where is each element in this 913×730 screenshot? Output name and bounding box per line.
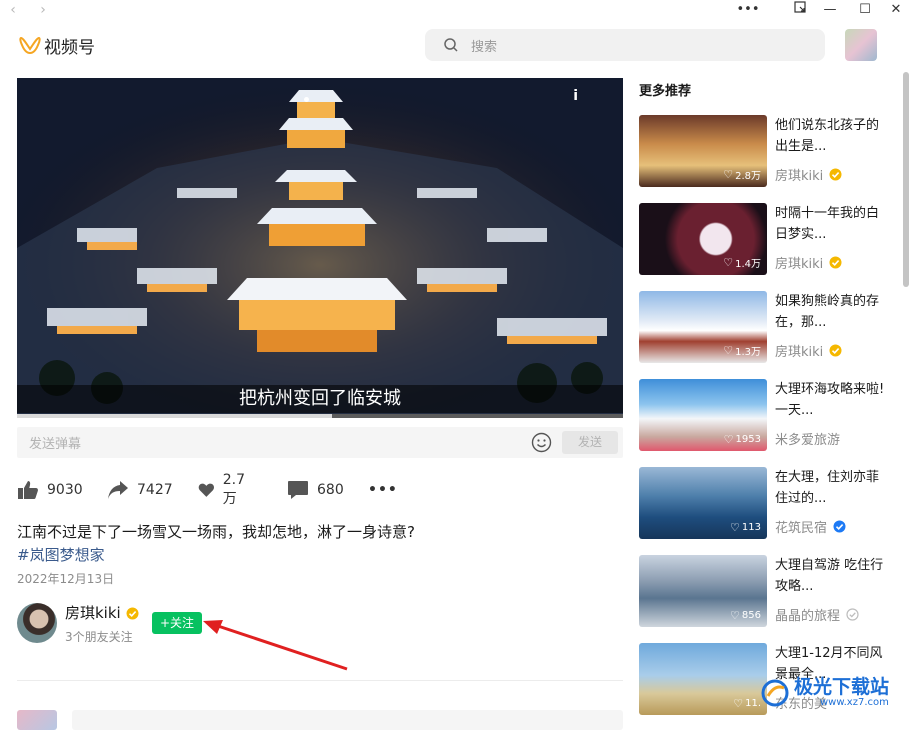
- annotation-arrow-icon: [195, 615, 355, 679]
- danmaku-bar: 发送弹幕 发送: [17, 427, 623, 458]
- rec-item[interactable]: ♡ 1.4万 时隔十一年我的白日梦实... 房琪kiki: [639, 203, 894, 275]
- rec-author[interactable]: 晶晶的旅程: [775, 605, 859, 624]
- title-bar: ‹ › ••• — ☐ ✕: [0, 0, 913, 20]
- rec-likes: ♡ 2.8万: [723, 168, 761, 182]
- watermark-title: 极光下载站: [794, 676, 890, 698]
- comment-icon: [288, 481, 308, 499]
- heart-outline-icon: ♡: [730, 609, 740, 622]
- rec-likes: ♡ 856: [730, 609, 761, 622]
- comment-user-avatar: [17, 710, 57, 730]
- video-player[interactable]: i 把杭州变回了临安城: [17, 78, 623, 418]
- share-arrow-icon: [108, 481, 128, 499]
- rec-item[interactable]: ♡ 2.8万 他们说东北孩子的出生是... 房琪kiki: [639, 115, 894, 187]
- search-bar[interactable]: 搜索: [425, 29, 825, 61]
- verified-badge-icon: [126, 605, 139, 620]
- more-menu-button[interactable]: •••: [733, 0, 763, 20]
- rec-thumbnail[interactable]: ♡ 856: [639, 555, 767, 627]
- comment-count: 680: [317, 482, 344, 498]
- minimize-button[interactable]: —: [815, 0, 845, 20]
- danmaku-input[interactable]: 发送弹幕: [29, 433, 81, 452]
- info-icon[interactable]: i: [573, 88, 578, 104]
- share-count: 7427: [137, 482, 173, 498]
- rec-item[interactable]: ♡ 113 在大理，住刘亦菲住过的... 花筑民宿: [639, 467, 894, 539]
- send-danmaku-button[interactable]: 发送: [562, 431, 618, 454]
- section-divider: [17, 680, 623, 681]
- close-button[interactable]: ✕: [881, 0, 911, 20]
- pip-icon[interactable]: [785, 0, 815, 20]
- post-hashtag[interactable]: #岚图梦想家: [17, 544, 105, 565]
- verified-gold-icon: [829, 256, 842, 269]
- rec-thumbnail[interactable]: ♡ 2.8万: [639, 115, 767, 187]
- rec-author[interactable]: 房琪kiki: [775, 165, 842, 184]
- site-watermark: 极光下载站 www.xz7.com: [760, 672, 910, 718]
- app-name: 视频号: [44, 38, 95, 58]
- forward-icon[interactable]: ›: [34, 1, 52, 19]
- channels-logo-icon: [19, 35, 41, 55]
- author-avatar[interactable]: [17, 603, 57, 643]
- heart-outline-icon: ♡: [733, 697, 744, 710]
- rec-title[interactable]: 他们说东北孩子的出生是...: [775, 115, 885, 157]
- video-subtitle: 把杭州变回了临安城: [17, 385, 623, 413]
- heart-icon: [198, 483, 215, 497]
- rec-likes: ♡ 1.4万: [723, 256, 761, 270]
- comment-input[interactable]: [72, 710, 623, 730]
- rec-thumbnail[interactable]: ♡ 113: [639, 467, 767, 539]
- rec-item[interactable]: ♡ 1.3万 如果狗熊岭真的存在，那... 房琪kiki: [639, 291, 894, 363]
- heart-outline-icon: ♡: [723, 168, 734, 181]
- watermark-url: www.xz7.com: [820, 697, 889, 708]
- video-progress-bar[interactable]: [17, 414, 623, 418]
- heart-outline-icon: ♡: [723, 433, 734, 446]
- like-count: 9030: [47, 482, 83, 498]
- rec-author[interactable]: 房琪kiki: [775, 341, 842, 360]
- rec-likes: ♡ 11.: [733, 697, 761, 710]
- recommendations-title: 更多推荐: [639, 84, 692, 99]
- rec-thumbnail[interactable]: ♡ 11.: [639, 643, 767, 715]
- rec-likes: ♡ 1953: [723, 433, 761, 446]
- emoji-icon[interactable]: [531, 432, 552, 453]
- heart-outline-icon: ♡: [723, 344, 734, 357]
- rec-title[interactable]: 时隔十一年我的白日梦实...: [775, 203, 885, 245]
- verified-gold-icon: [829, 344, 842, 357]
- verified-gray-icon: [846, 608, 859, 621]
- friends-following-text: 3个朋友关注: [65, 630, 133, 644]
- favorite-button[interactable]: 2.7万: [198, 472, 250, 507]
- verified-gold-icon: [829, 168, 842, 181]
- watermark-logo-icon: [761, 679, 789, 707]
- rec-title[interactable]: 如果狗熊岭真的存在，那...: [775, 291, 885, 333]
- rec-author[interactable]: 米多爱旅游: [775, 429, 840, 448]
- rec-thumbnail[interactable]: ♡ 1953: [639, 379, 767, 451]
- verified-blue-icon: [833, 520, 846, 533]
- heart-outline-icon: ♡: [730, 521, 740, 534]
- comment-button[interactable]: 680: [287, 476, 344, 504]
- like-button[interactable]: 9030: [17, 476, 83, 504]
- maximize-button[interactable]: ☐: [850, 0, 880, 20]
- sidebar-scrollbar[interactable]: [903, 72, 909, 287]
- back-icon[interactable]: ‹: [4, 1, 22, 19]
- thumbs-up-icon: [18, 481, 38, 499]
- rec-thumbnail[interactable]: ♡ 1.3万: [639, 291, 767, 363]
- post-date: 2022年12月13日: [17, 572, 115, 586]
- search-input[interactable]: 搜索: [471, 36, 497, 55]
- more-actions-button[interactable]: •••: [368, 476, 398, 504]
- user-avatar[interactable]: [845, 29, 877, 61]
- author-name[interactable]: 房琪kiki: [65, 602, 121, 623]
- rec-title[interactable]: 在大理，住刘亦菲住过的...: [775, 467, 885, 509]
- rec-title[interactable]: 大理自驾游 吃住行攻略...: [775, 555, 885, 597]
- post-description: 江南不过是下了一场雪又一场雨，我却怎地，淋了一身诗意?: [17, 523, 415, 541]
- rec-thumbnail[interactable]: ♡ 1.4万: [639, 203, 767, 275]
- video-progress-fill: [17, 414, 333, 418]
- share-button[interactable]: 7427: [107, 476, 173, 504]
- rec-author[interactable]: 花筑民宿: [775, 517, 846, 536]
- rec-item[interactable]: ♡ 856 大理自驾游 吃住行攻略... 晶晶的旅程: [639, 555, 894, 627]
- favorite-count: 2.7万: [222, 472, 245, 507]
- rec-likes: ♡ 1.3万: [723, 344, 761, 358]
- rec-item[interactable]: ♡ 1953 大理环海攻略来啦! 一天... 米多爱旅游: [639, 379, 894, 451]
- rec-title[interactable]: 大理环海攻略来啦! 一天...: [775, 379, 885, 421]
- rec-likes: ♡ 113: [730, 521, 761, 534]
- search-icon: [443, 37, 459, 53]
- heart-outline-icon: ♡: [723, 256, 734, 269]
- video-indicator-dot: [304, 97, 309, 102]
- rec-author[interactable]: 房琪kiki: [775, 253, 842, 272]
- video-frame: [17, 78, 623, 418]
